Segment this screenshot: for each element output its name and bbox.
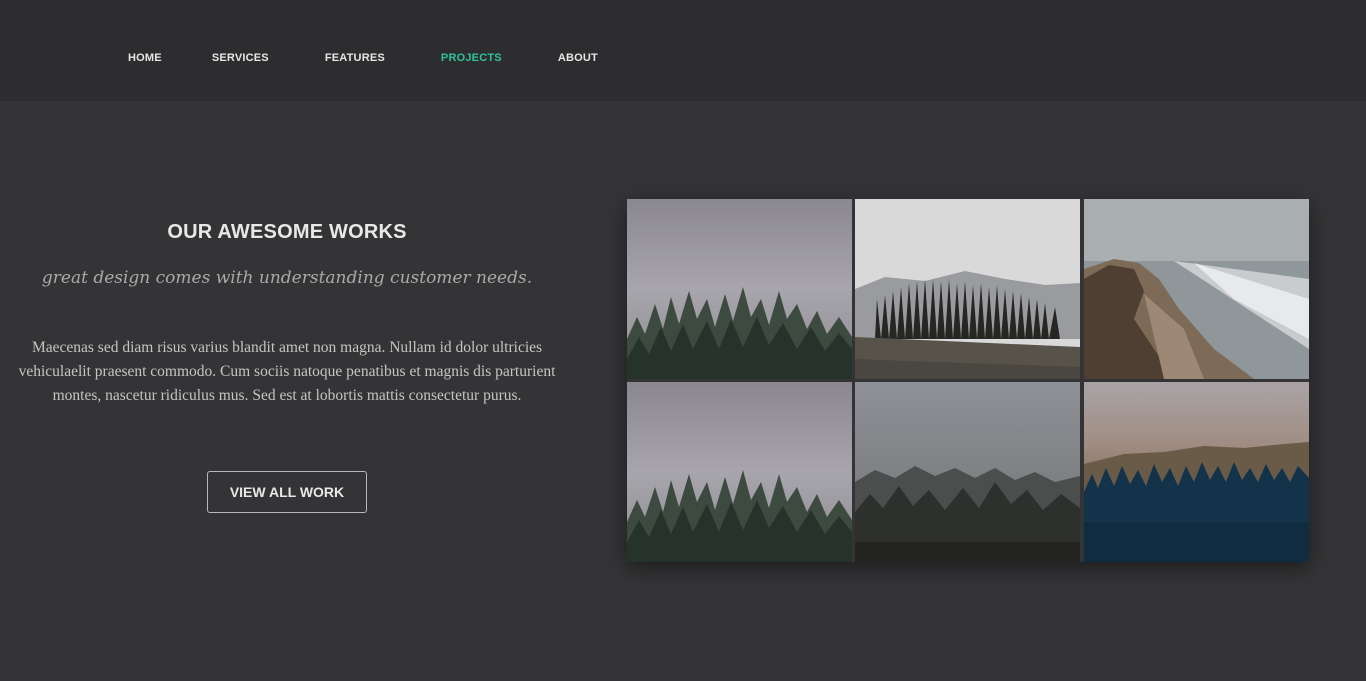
gallery-tile-coastal-cliff[interactable] [1084,199,1309,379]
top-navigation-bar: HOME SERVICES FEATURES PROJECTS ABOUT [0,0,1366,101]
view-all-work-button[interactable]: VIEW ALL WORK [207,471,367,513]
misty-forest-photo-2 [627,382,852,562]
gallery-tile-misty-forest[interactable] [627,199,852,379]
nav-item-home[interactable]: HOME [128,52,162,64]
main-nav: HOME SERVICES FEATURES PROJECTS ABOUT [128,52,598,64]
misty-forest-photo [627,199,852,379]
gallery-tile-forest-meadow[interactable] [855,199,1080,379]
gallery-tile-foggy-forest[interactable] [855,382,1080,562]
gallery-tile-sunset-forest[interactable] [1084,382,1309,562]
section-description: Maecenas sed diam risus varius blandit a… [18,339,556,404]
projects-section: OUR AWESOME WORKS great design comes wit… [0,101,1366,681]
coastal-cliff-photo [1084,199,1309,379]
nav-item-services[interactable]: SERVICES [212,52,269,64]
nav-item-about[interactable]: ABOUT [558,52,598,64]
nav-item-projects[interactable]: PROJECTS [441,52,502,64]
forest-meadow-photo [855,199,1080,379]
project-gallery [627,199,1309,562]
nav-item-features[interactable]: FEATURES [325,52,385,64]
foggy-forest-photo [855,382,1080,562]
gallery-tile-misty-forest-2[interactable] [627,382,852,562]
section-tagline: great design comes with understanding cu… [41,268,533,288]
section-title: OUR AWESOME WORKS [167,221,407,243]
sunset-forest-photo [1084,382,1309,562]
